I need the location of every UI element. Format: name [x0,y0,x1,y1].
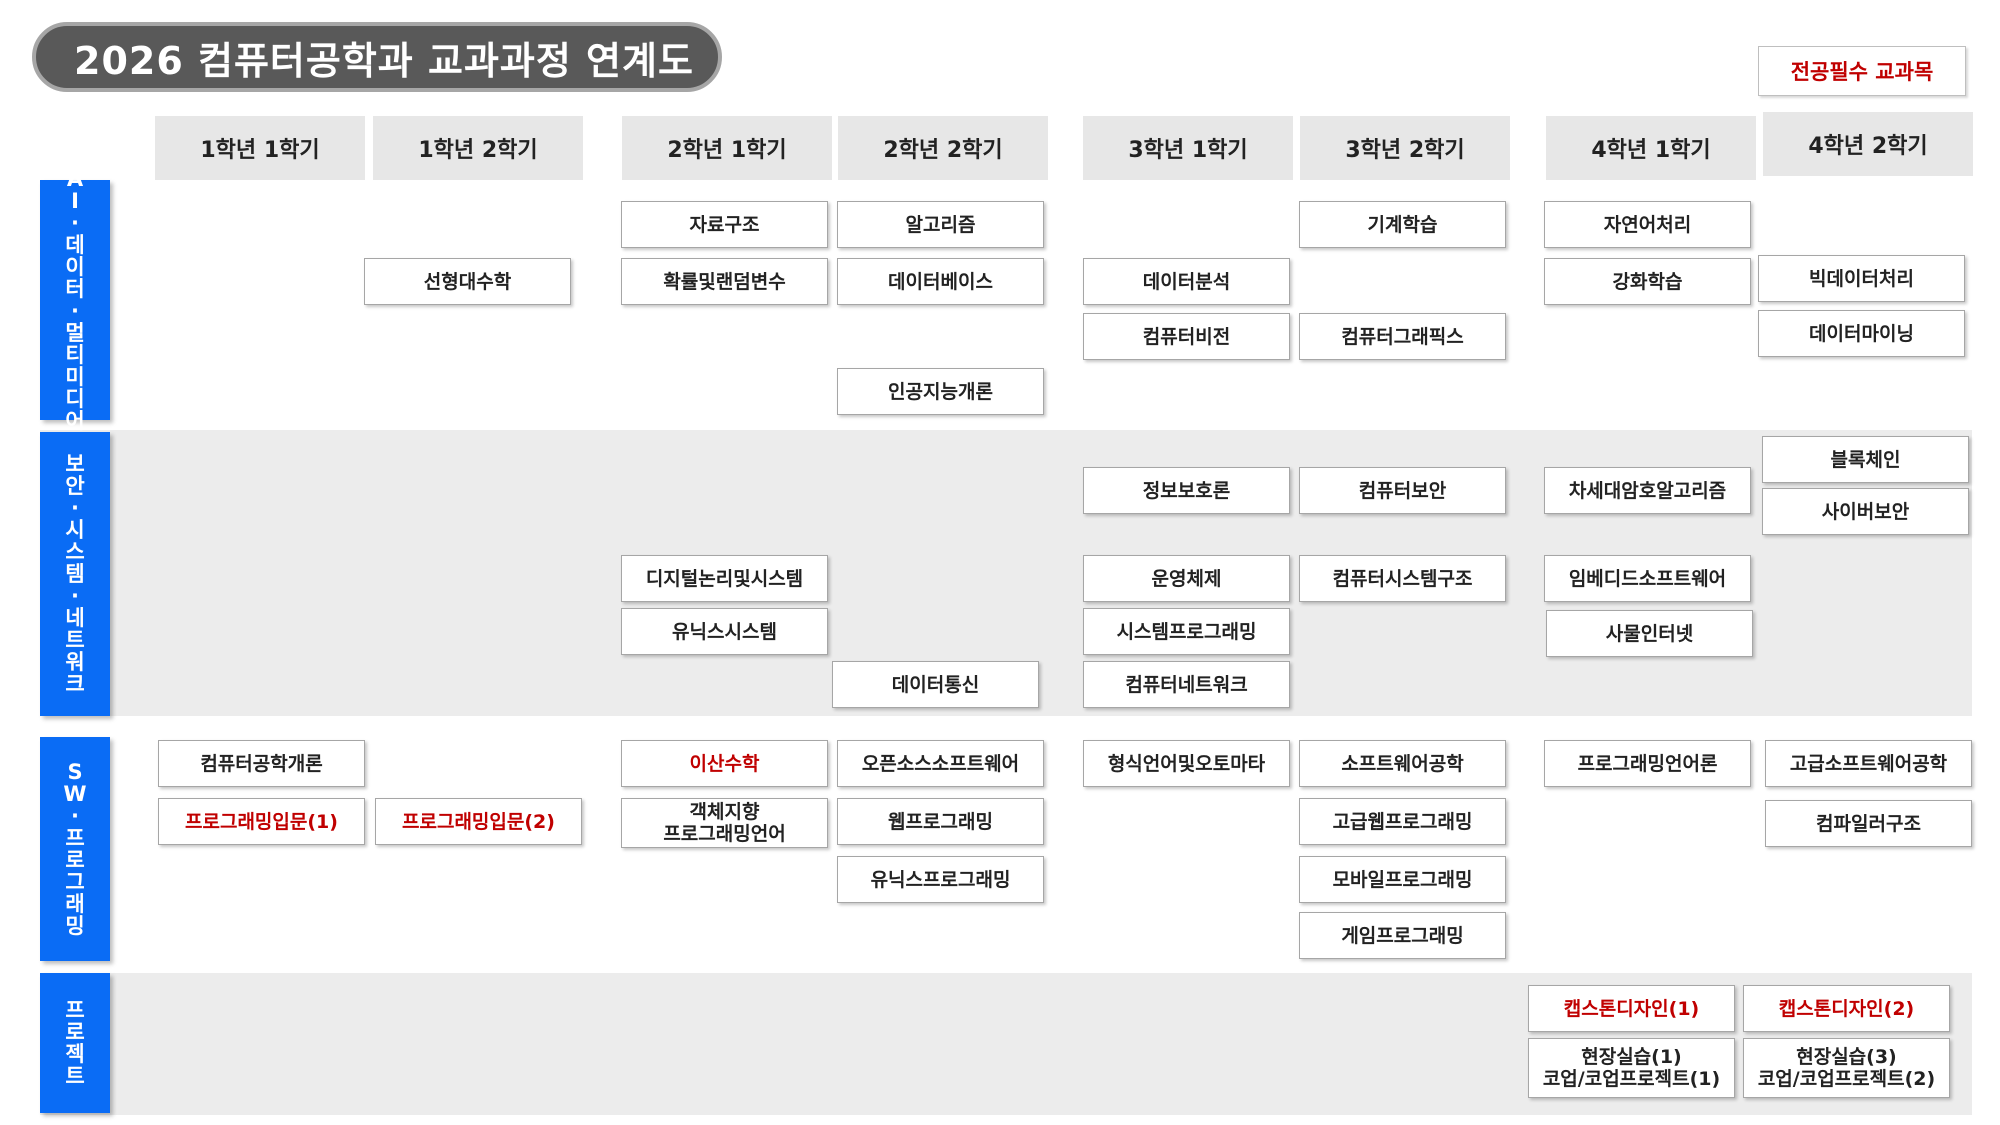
legend-required-courses: 전공필수 교과목 [1758,46,1966,96]
course-box[interactable]: 컴퓨터그래픽스 [1299,313,1506,360]
track-security-system-network: 보 안 · 시 스 템 · 네 트 워 크 [40,432,110,716]
course-box[interactable]: 데이터베이스 [837,258,1044,305]
course-box-required[interactable]: 캡스톤디자인(2) [1743,985,1950,1032]
course-box[interactable]: 확률및랜덤변수 [621,258,828,305]
track-sw-programming: S W · 프 로 그 래 밍 [40,737,110,961]
course-box[interactable]: 모바일프로그래밍 [1299,856,1506,903]
course-box[interactable]: 데이터분석 [1083,258,1290,305]
course-box[interactable]: 오픈소스소프트웨어 [837,740,1044,787]
page-title: 2026 컴퓨터공학과 교과과정 연계도 [32,22,722,92]
course-box[interactable]: 운영체제 [1083,555,1290,602]
course-box[interactable]: 시스템프로그래밍 [1083,608,1290,655]
course-box[interactable]: 선형대수학 [364,258,571,305]
semester-header-4-2: 4학년 2학기 [1763,112,1973,176]
course-box-required[interactable]: 프로그래밍입문(1) [158,798,365,845]
course-box[interactable]: 데이터마이닝 [1758,310,1965,357]
course-box[interactable]: 컴퓨터시스템구조 [1299,555,1506,602]
course-box[interactable]: 유닉스시스템 [621,608,828,655]
course-box[interactable]: 현장실습(3) 코업/코업프로젝트(2) [1743,1038,1950,1098]
course-box[interactable]: 웹프로그래밍 [837,798,1044,845]
course-box[interactable]: 블록체인 [1762,436,1969,483]
course-box[interactable]: 알고리즘 [837,201,1044,248]
course-box-required[interactable]: 캡스톤디자인(1) [1528,985,1735,1032]
course-box[interactable]: 강화학습 [1544,258,1751,305]
semester-header-4-1: 4학년 1학기 [1546,116,1756,180]
semester-header-2-2: 2학년 2학기 [838,116,1048,180]
course-box[interactable]: 유닉스프로그래밍 [837,856,1044,903]
course-box[interactable]: 고급소프트웨어공학 [1765,740,1972,787]
course-box[interactable]: 형식언어및오토마타 [1083,740,1290,787]
course-box[interactable]: 객체지향 프로그래밍언어 [621,798,828,848]
course-box[interactable]: 자료구조 [621,201,828,248]
course-box[interactable]: 기계학습 [1299,201,1506,248]
track-project: 프로젝트 [40,973,110,1113]
course-box[interactable]: 빅데이터처리 [1758,255,1965,302]
course-box[interactable]: 소프트웨어공학 [1299,740,1506,787]
course-box-required[interactable]: 이산수학 [621,740,828,787]
semester-header-1-2: 1학년 2학기 [373,116,583,180]
course-box[interactable]: 현장실습(1) 코업/코업프로젝트(1) [1528,1038,1735,1098]
course-box[interactable]: 차세대암호알고리즘 [1544,467,1751,514]
course-box[interactable]: 인공지능개론 [837,368,1044,415]
course-box[interactable]: 임베디드소프트웨어 [1544,555,1751,602]
semester-header-1-1: 1학년 1학기 [155,116,365,180]
course-box[interactable]: 데이터통신 [832,661,1039,708]
course-box[interactable]: 사물인터넷 [1546,610,1753,657]
course-box[interactable]: 컴퓨터네트워크 [1083,661,1290,708]
course-box[interactable]: 컴퓨터비전 [1083,313,1290,360]
semester-header-3-2: 3학년 2학기 [1300,116,1510,180]
track-ai-data-multimedia: A I · 데 이 터 · 멀 티 미 디 어 [40,168,110,432]
course-box-required[interactable]: 프로그래밍입문(2) [375,798,582,845]
course-box[interactable]: 컴퓨터보안 [1299,467,1506,514]
course-box[interactable]: 사이버보안 [1762,488,1969,535]
course-box[interactable]: 컴파일러구조 [1765,800,1972,847]
course-box[interactable]: 게임프로그래밍 [1299,912,1506,959]
course-box[interactable]: 정보보호론 [1083,467,1290,514]
semester-header-3-1: 3학년 1학기 [1083,116,1293,180]
course-box[interactable]: 컴퓨터공학개론 [158,740,365,787]
course-box[interactable]: 자연어처리 [1544,201,1751,248]
course-box[interactable]: 고급웹프로그래밍 [1299,798,1506,845]
course-box[interactable]: 프로그래밍언어론 [1544,740,1751,787]
course-box[interactable]: 디지털논리및시스템 [621,555,828,602]
semester-header-2-1: 2학년 1학기 [622,116,832,180]
